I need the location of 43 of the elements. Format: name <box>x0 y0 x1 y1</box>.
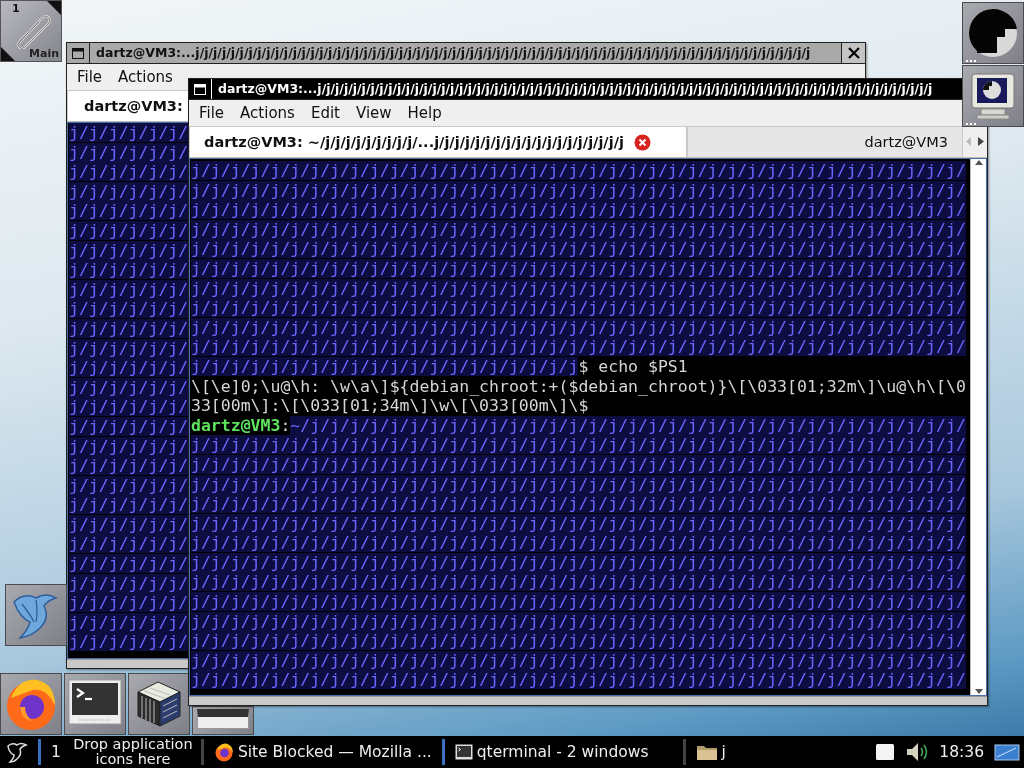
monitor-icon <box>969 71 1017 121</box>
terminal-line: \[\e]0;\u@\h: \w\a\]${debian_chroot:+($debian_chroot)}\[\033[01;32m\]\u@\h\[\0 <box>191 376 966 397</box>
menu-item[interactable]: Actions <box>232 103 303 122</box>
close-icon <box>847 47 860 59</box>
bird-icon[interactable] <box>5 740 29 764</box>
clock[interactable]: 18:36 <box>939 743 984 761</box>
folder-icon <box>695 743 718 761</box>
scroll-up-icon[interactable] <box>973 159 984 167</box>
scrollbar[interactable] <box>970 159 986 695</box>
task-button[interactable]: Site Blocked — Mozilla ... <box>207 736 438 768</box>
terminal-line: j/j/j/j/j/j/j/j/j/j/j/j/j/j/j/j/j/j/j/j$ echo $PS1 <box>191 356 688 377</box>
terminal-line: dartz@VM3:~/j/j/j/j/j/j/j/j/j/j/j/j/j/j/j/j/j/j/j/j/j/j/j/j/j/j/j/j/j/j/j/j/j/ <box>191 415 966 436</box>
close-button[interactable] <box>841 43 865 63</box>
menu-item[interactable]: Actions <box>110 67 181 86</box>
close-tab-icon[interactable] <box>633 133 651 151</box>
dock-button[interactable] <box>962 2 1024 64</box>
dock-button[interactable] <box>192 706 254 735</box>
menu-item[interactable]: Edit <box>302 103 348 122</box>
task-button[interactable]: qterminal - 2 windows <box>448 736 655 768</box>
monitor-icon <box>197 708 249 729</box>
scroll-right-icon[interactable] <box>978 137 984 146</box>
dock-button[interactable] <box>128 673 190 735</box>
network-icon[interactable] <box>994 742 1020 762</box>
drive-icon[interactable] <box>875 743 896 761</box>
window-title: dartz@VM3:...j/j/j/j/j/j/j/j/j/j/j/j/j/j/j/j/j/j/j/j/j/j/j/j/j/j/j/j/j/j/j/j/j/j/j/j/j/j/j/j/j/j/j/j/j/j/j/j/j/j/j/j/j/j/j/j/j/j/j/j/j/j/j/j/j/j/j/j/j/j <box>95 44 812 62</box>
terminal-icon <box>454 743 473 761</box>
desktop-number[interactable]: 1 <box>45 743 69 761</box>
task-button[interactable]: j <box>689 736 732 768</box>
dock-button[interactable] <box>962 65 1024 127</box>
dock-button[interactable] <box>64 673 126 735</box>
window-menu-icon[interactable] <box>72 47 84 59</box>
menu-item[interactable]: Help <box>399 103 450 122</box>
firefox-icon <box>213 742 234 762</box>
terminal-tab[interactable]: dartz@VM3: ~/j/j/j/j/j/j/j/j/j/...j/j/j/j/j/j/j/j/j/j/j/j/j/j/j/j/j/j/j <box>189 126 687 157</box>
workspace-button[interactable]: 1 Main <box>0 0 62 62</box>
menu-item[interactable]: File <box>69 67 111 86</box>
window-title: dartz@VM3:...j/j/j/j/j/j/j/j/j/j/j/j/j/j/j/j/j/j/j/j/j/j/j/j/j/j/j/j/j/j/j/j/j/j/j/j/j/j/j/j/j/j/j/j/j/j/j/j/j/j/j/j/j/j/j/j/j/j/j/j/j/j/j/j/j/j/j/j/j/j <box>217 80 934 98</box>
launcher-hint: Drop application icons here <box>72 737 194 767</box>
terminal-tab[interactable]: dartz@VM3 <box>687 126 963 157</box>
menu-item[interactable]: View <box>347 103 400 122</box>
disc-icon <box>967 7 1019 59</box>
terminal-line: 33[00m\]:\[\033[01;34m\]\w\[\033[00m\]\$ <box>191 396 589 416</box>
speaker-icon[interactable] <box>905 741 930 763</box>
